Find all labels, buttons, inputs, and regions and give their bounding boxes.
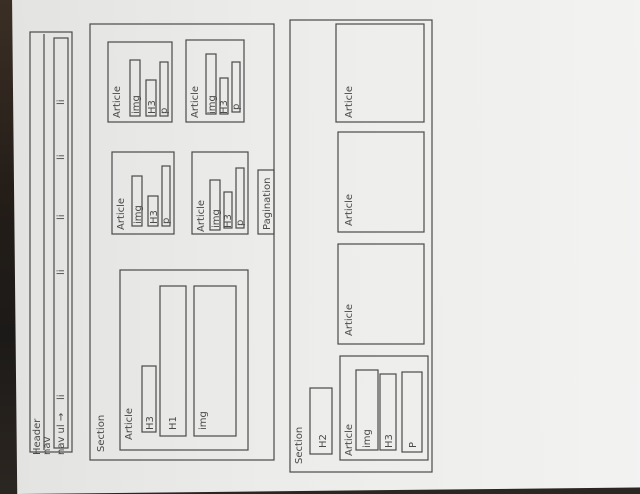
bottom-p-label: P (408, 442, 419, 448)
small-img-label: img (207, 95, 218, 114)
small-article: Article img H3 p (185, 39, 245, 123)
bottom-section-box (289, 19, 433, 473)
header-box (29, 31, 73, 453)
small-h3-label: H3 (223, 214, 234, 228)
nav-item: li (56, 394, 67, 400)
small-p-box (161, 165, 171, 227)
nav-ul-label: nav ul → (56, 413, 67, 455)
small-article: Article img H3 p (107, 41, 173, 123)
small-article-label: Article (116, 198, 127, 230)
bottom-p-box (401, 371, 423, 453)
bottom-h2-label: H2 (318, 434, 329, 448)
pagination-label: Pagination (262, 178, 273, 230)
bottom-article-label: Article (344, 424, 355, 456)
small-img-label: img (211, 209, 222, 228)
small-article: Article img H3 p (111, 151, 175, 235)
bottom-h3-label: H3 (384, 434, 395, 448)
hero-article-box (119, 269, 249, 451)
hero-section: Section Article H3 H1 img Article img H3… (89, 23, 275, 461)
hero-img-label: img (198, 411, 209, 430)
small-article-label: Article (190, 86, 201, 118)
small-article-label: Article (196, 200, 207, 232)
bottom-img-label: img (362, 429, 373, 448)
bottom-section-label: Section (294, 427, 305, 464)
bottom-article-label: Article (344, 86, 355, 118)
small-p-label: p (159, 108, 170, 114)
hero-h1-label: H1 (168, 416, 179, 430)
nav-label: nav (42, 437, 53, 455)
hero-h3-label: H3 (145, 416, 156, 430)
hero-article-label: Article (124, 408, 135, 440)
nav-item: li (56, 214, 67, 220)
small-h3-label: H3 (147, 100, 158, 114)
small-article-label: Article (112, 86, 123, 118)
small-h3-label: H3 (149, 210, 160, 224)
small-h3-label: H3 (219, 100, 230, 114)
bottom-article-label: Article (344, 194, 355, 226)
header-region: Header nav nav ul → li li li li li (29, 31, 73, 455)
small-article: Article img H3 p (191, 151, 249, 235)
nav-item: li (56, 99, 67, 105)
nav-item: li (56, 154, 67, 160)
small-p-label: p (235, 220, 246, 226)
hero-h1-box (159, 285, 187, 437)
nav-item: li (56, 269, 67, 275)
bottom-article-label: Article (344, 304, 355, 336)
small-img-label: img (131, 95, 142, 114)
bottom-section: Section H2 Article img H3 P Article Arti… (289, 19, 433, 473)
small-p-label: p (161, 218, 172, 224)
hero-section-label: Section (96, 415, 107, 452)
small-img-label: img (133, 205, 144, 224)
small-p-label: p (231, 104, 242, 110)
wireframe-sketch: Header nav nav ul → li li li li li Secti… (29, 19, 433, 473)
small-p-box (235, 167, 245, 229)
